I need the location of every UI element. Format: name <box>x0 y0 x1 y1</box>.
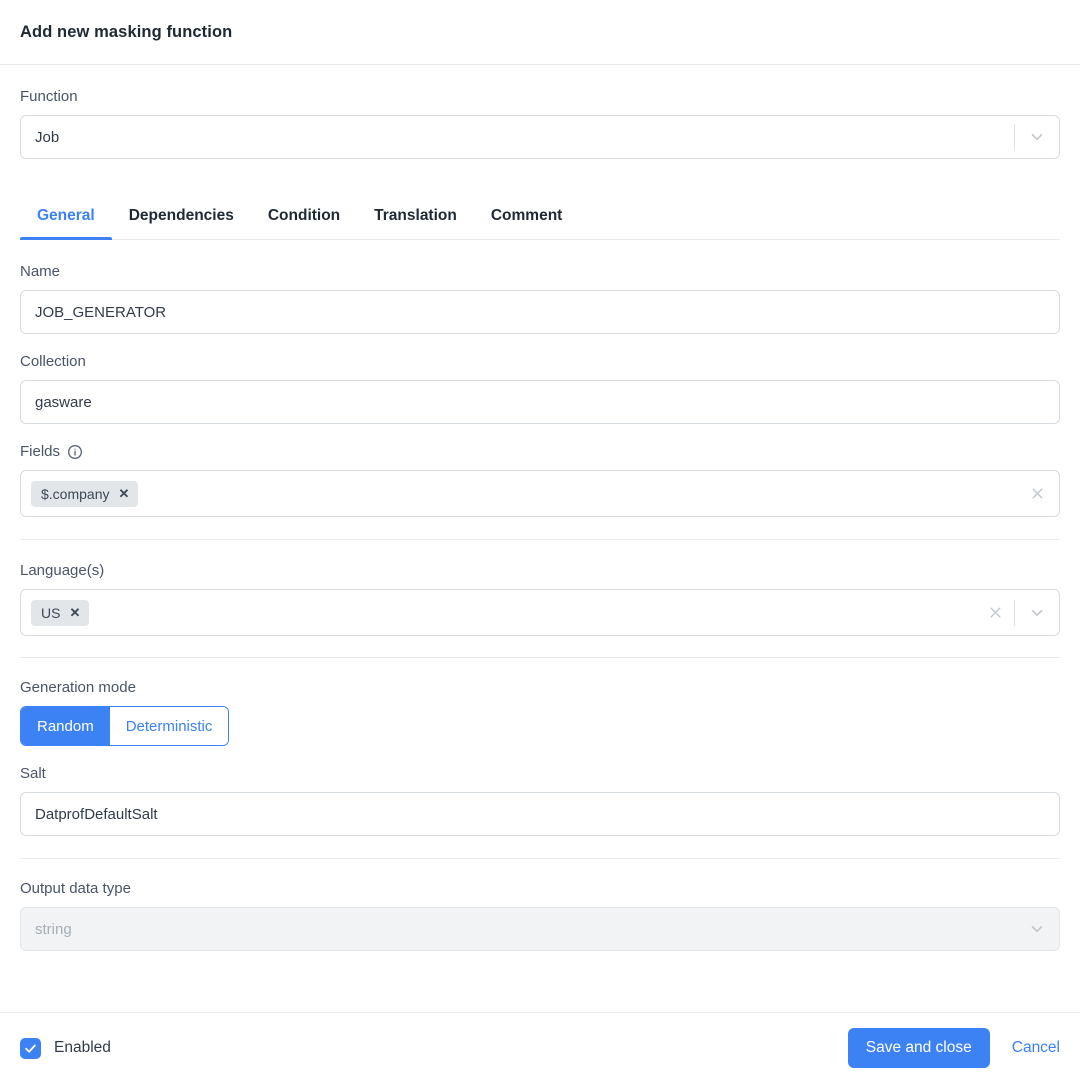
salt-value: DatprofDefaultSalt <box>35 805 158 823</box>
dialog-body: Function Job General Dependencies Condit… <box>0 65 1080 1012</box>
fields-label-text: Fields <box>20 443 61 460</box>
output-type-select: string <box>20 907 1060 951</box>
languages-multiselect[interactable]: US ✕ <box>20 589 1060 636</box>
tab-translation[interactable]: Translation <box>357 207 474 239</box>
fields-chip[interactable]: $.company ✕ <box>31 480 139 507</box>
tab-general[interactable]: General <box>20 207 112 240</box>
add-masking-function-dialog: Add new masking function Function Job Ge… <box>0 0 1080 1083</box>
function-field-group: Function Job <box>20 65 1060 159</box>
languages-label: Language(s) <box>20 562 105 579</box>
salt-label: Salt <box>20 765 46 782</box>
tab-condition[interactable]: Condition <box>251 207 357 239</box>
clear-icon[interactable] <box>1015 471 1059 516</box>
name-input[interactable]: JOB_GENERATOR <box>20 290 1060 334</box>
dialog-footer: Enabled Save and close Cancel <box>0 1012 1080 1083</box>
enabled-checkbox-row[interactable]: Enabled <box>20 1037 111 1059</box>
fields-chip-label: $.company <box>41 485 110 502</box>
enabled-checkbox[interactable] <box>20 1037 41 1059</box>
footer-actions: Save and close Cancel <box>847 1028 1060 1068</box>
collection-label: Collection <box>20 353 86 370</box>
close-icon[interactable]: ✕ <box>118 487 129 500</box>
salt-input[interactable]: DatprofDefaultSalt <box>20 792 1060 836</box>
output-type-group: Output data type string <box>20 879 1060 951</box>
languages-chip-list: US ✕ <box>31 599 976 626</box>
salt-field-group: Salt DatprofDefaultSalt <box>20 764 1060 836</box>
function-select[interactable]: Job <box>20 115 1060 159</box>
check-icon <box>25 1044 36 1053</box>
function-label: Function <box>20 88 78 105</box>
info-icon[interactable] <box>67 444 83 460</box>
clear-icon[interactable] <box>976 590 1014 635</box>
name-label: Name <box>20 263 61 280</box>
languages-select-tail <box>976 590 1059 635</box>
collection-field-group: Collection gasware <box>20 352 1060 424</box>
tab-comment[interactable]: Comment <box>474 207 579 239</box>
function-value: Job <box>35 128 60 146</box>
close-icon[interactable]: ✕ <box>69 606 80 619</box>
save-and-close-button[interactable]: Save and close <box>847 1028 990 1068</box>
tab-bar: General Dependencies Condition Translati… <box>20 187 1060 240</box>
fields-field-group: Fields $.company ✕ <box>20 442 1060 517</box>
generation-mode-label: Generation mode <box>20 679 136 696</box>
dialog-header: Add new masking function <box>0 0 1080 65</box>
chevron-down-icon <box>1015 908 1059 950</box>
cancel-button[interactable]: Cancel <box>1012 1039 1060 1057</box>
output-type-value: string <box>35 920 72 938</box>
languages-field-group: Language(s) US ✕ <box>20 561 1060 636</box>
tab-general-label: General <box>37 207 95 224</box>
fields-label: Fields <box>20 442 1060 462</box>
generation-mode-deterministic[interactable]: Deterministic <box>109 707 229 745</box>
fields-chip-list: $.company ✕ <box>31 480 1015 507</box>
chevron-down-icon[interactable] <box>1015 116 1059 158</box>
generation-mode-random[interactable]: Random <box>21 707 110 745</box>
tab-dependencies[interactable]: Dependencies <box>112 207 251 239</box>
tab-translation-label: Translation <box>374 207 457 224</box>
fields-multiselect[interactable]: $.company ✕ <box>20 470 1060 517</box>
generation-mode-group: Generation mode Random Deterministic <box>20 678 1060 746</box>
tab-condition-label: Condition <box>267 207 341 224</box>
tab-dependencies-label: Dependencies <box>128 207 234 224</box>
language-chip-label: US <box>41 604 61 621</box>
chevron-down-icon[interactable] <box>1015 590 1059 635</box>
tab-comment-label: Comment <box>490 207 563 224</box>
divider-after-fields <box>20 539 1060 540</box>
generation-mode-segmented: Random Deterministic <box>20 706 230 746</box>
output-type-select-tail <box>1015 908 1059 950</box>
generation-mode-random-label: Random <box>37 717 94 735</box>
function-select-tail <box>1014 116 1059 158</box>
language-chip[interactable]: US ✕ <box>31 599 90 626</box>
collection-input[interactable]: gasware <box>20 380 1060 424</box>
output-type-label: Output data type <box>20 880 131 897</box>
name-field-group: Name JOB_GENERATOR <box>20 262 1060 334</box>
name-value: JOB_GENERATOR <box>35 303 167 321</box>
collection-value: gasware <box>35 393 92 411</box>
enabled-label: Enabled <box>54 1039 111 1056</box>
divider-after-languages <box>20 657 1060 658</box>
divider-after-salt <box>20 858 1060 859</box>
dialog-title: Add new masking function <box>20 22 233 41</box>
generation-mode-deterministic-label: Deterministic <box>125 717 213 735</box>
